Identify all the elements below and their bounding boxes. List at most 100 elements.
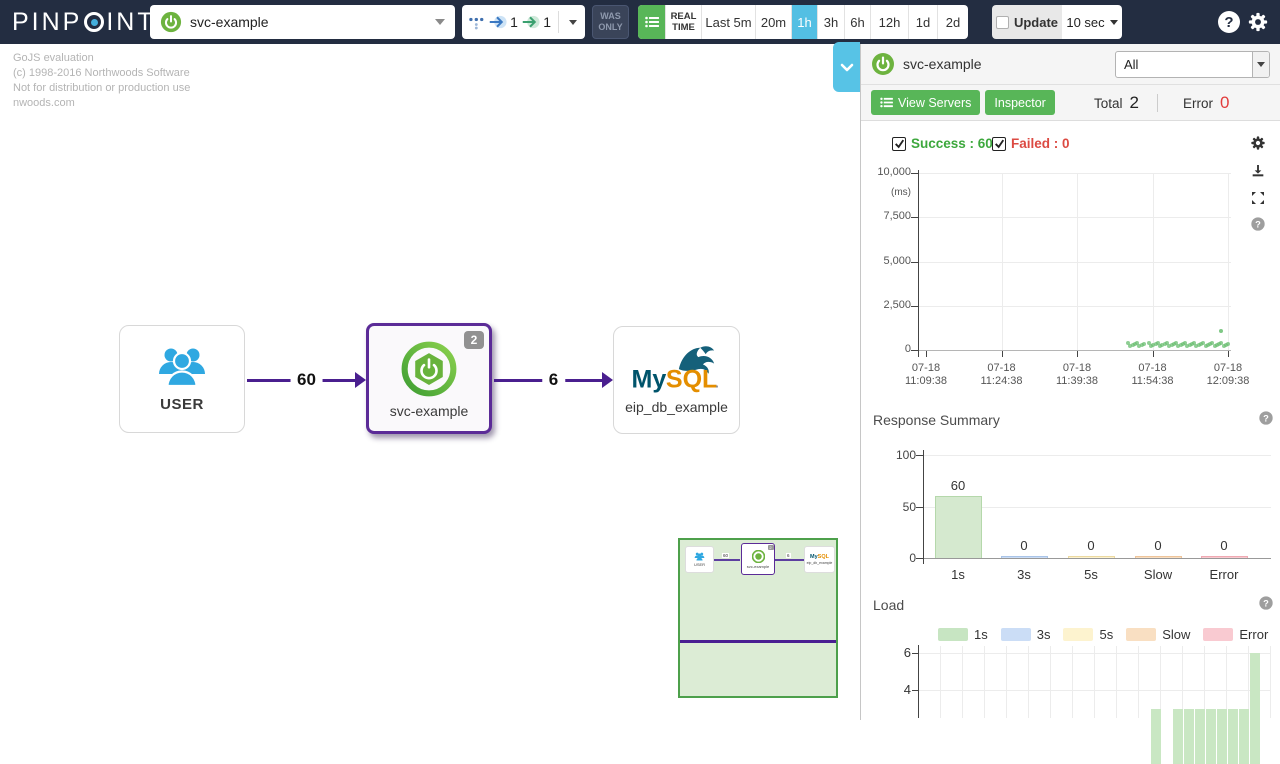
map-link-user-svc[interactable]: 60 (247, 368, 366, 392)
pinpoint-logo: PINP INT (12, 7, 156, 37)
list-icon (645, 16, 659, 28)
map-node-svc-example[interactable]: svc-example 2 (366, 323, 492, 434)
minimap-viewport-edge[interactable] (680, 640, 836, 643)
agent-filter-select[interactable]: All (1115, 51, 1270, 78)
total-value: 2 (1130, 93, 1139, 113)
users-icon (156, 346, 208, 388)
users-icon (694, 552, 705, 561)
springboot-logo-icon (399, 339, 459, 399)
minimap-node-svc: svc-example 2 (741, 543, 775, 575)
panel-charts-area: Success : 60 Failed : 0 ? 10,0007,5005,0… (861, 121, 1280, 718)
load-vgrid (1094, 646, 1095, 718)
query-list-button[interactable] (638, 5, 665, 39)
springboot-icon (871, 52, 895, 76)
load-bar-1s (1173, 709, 1183, 764)
springboot-icon (160, 11, 182, 33)
instance-count-badge[interactable]: 2 (464, 331, 484, 349)
bidirectional-dots-icon (468, 13, 485, 31)
mysql-logo-icon: My SQL . (625, 345, 729, 397)
load-vgrid (1226, 646, 1227, 718)
time-range-6h[interactable]: 6h (844, 5, 870, 39)
time-range-12h[interactable]: 12h (870, 5, 908, 39)
load-chart: 64 (861, 121, 1280, 718)
load-hgrid (919, 690, 1271, 691)
update-interval-dropdown[interactable]: 10 sec (1062, 5, 1122, 39)
load-bar-1s (1239, 709, 1249, 764)
arrowhead-icon (602, 372, 613, 388)
view-servers-button[interactable]: View Servers (871, 90, 980, 115)
link-call-count[interactable]: 60 (290, 368, 323, 392)
logo-text-post: INT (106, 8, 155, 37)
server-map-canvas[interactable]: GoJS evaluation (c) 1998-2016 Northwoods… (0, 44, 860, 720)
minimap-badge: 2 (768, 545, 774, 550)
error-count: Error 0 (1183, 85, 1229, 121)
load-vgrid (962, 646, 963, 718)
list-icon (880, 97, 893, 108)
map-link-svc-db[interactable]: 6 (494, 368, 613, 392)
error-label: Error (1183, 96, 1213, 111)
time-range-last5m[interactable]: Last 5m (701, 5, 755, 39)
map-node-eip-db-example[interactable]: My SQL . eip_db_example (613, 326, 740, 434)
inspector-button[interactable]: Inspector (985, 90, 1054, 115)
load-bar-1s (1195, 709, 1205, 764)
minimap-node-db: MySQL eip_db_example (804, 546, 835, 573)
minimap-node-user: USER (685, 546, 714, 573)
time-range-1h[interactable]: 1h (791, 5, 817, 39)
load-vgrid (1028, 646, 1029, 718)
agent-filter-value: All (1116, 52, 1252, 77)
load-bar-1s (1217, 709, 1227, 764)
load-ylabel: 6 (876, 645, 911, 660)
minimap-label: USER (694, 562, 705, 567)
update-checkbox[interactable] (996, 16, 1009, 29)
help-button[interactable]: ? (1218, 11, 1240, 33)
load-vgrid (1182, 646, 1183, 718)
was-only-line1: WAS (593, 11, 628, 22)
outbound-arrow-icon (521, 14, 540, 30)
load-yaxis (918, 645, 919, 718)
map-node-user[interactable]: USER (119, 325, 245, 433)
node-label: svc-example (390, 403, 469, 419)
chevron-down-icon (1257, 62, 1265, 67)
panel-collapse-tab[interactable] (833, 42, 860, 92)
load-vgrid (1116, 646, 1117, 718)
load-vgrid (1248, 646, 1249, 718)
total-count: Total 2 (1094, 85, 1139, 121)
node-label: eip_db_example (625, 399, 728, 415)
minimap-link-count: 6 (786, 553, 791, 558)
application-selector-value: svc-example (190, 14, 269, 30)
realtime-line2: TIME (672, 22, 695, 33)
mysql-wordmark-sql: SQL (665, 366, 717, 394)
application-selector[interactable]: svc-example (150, 5, 455, 39)
map-overview-minimap[interactable]: USER 60 svc-example 2 6 MySQL eip_db_exa… (678, 538, 838, 698)
load-vgrid (1204, 646, 1205, 718)
link-call-count[interactable]: 6 (542, 368, 565, 392)
time-range-20m[interactable]: 20m (755, 5, 791, 39)
update-label: Update (1014, 15, 1058, 30)
minimap-label: svc-example (747, 564, 769, 569)
settings-gear-icon[interactable] (1247, 11, 1269, 33)
time-range-3h[interactable]: 3h (817, 5, 844, 39)
realtime-button[interactable]: REAL TIME (665, 5, 701, 39)
view-servers-label: View Servers (898, 96, 971, 110)
top-navbar: PINP INT svc-example 1 1 WAS ONLY REAL TI… (0, 0, 1280, 44)
load-vgrid (1138, 646, 1139, 718)
outbound-depth-value: 1 (543, 14, 551, 30)
question-mark-icon: ? (1224, 14, 1233, 31)
load-vgrid (1270, 646, 1271, 718)
load-vgrid (984, 646, 985, 718)
panel-header: svc-example All (861, 44, 1280, 85)
load-vgrid (1160, 646, 1161, 718)
select-dropdown-button[interactable] (1252, 52, 1269, 77)
was-only-toggle[interactable]: WAS ONLY (592, 5, 629, 39)
logo-text-pre: PINP (12, 8, 82, 37)
error-value: 0 (1220, 93, 1229, 113)
time-range-2d[interactable]: 2d (937, 5, 968, 39)
minimap-link-count: 60 (722, 553, 729, 558)
chevron-down-icon (435, 19, 445, 25)
chevron-down-icon (840, 63, 854, 72)
update-toggle[interactable]: Update (992, 5, 1062, 39)
time-range-1d[interactable]: 1d (908, 5, 937, 39)
search-depth-selector[interactable]: 1 1 (462, 5, 585, 39)
watermark-line: (c) 1998-2016 Northwoods Software (13, 66, 190, 81)
load-vgrid (1006, 646, 1007, 718)
